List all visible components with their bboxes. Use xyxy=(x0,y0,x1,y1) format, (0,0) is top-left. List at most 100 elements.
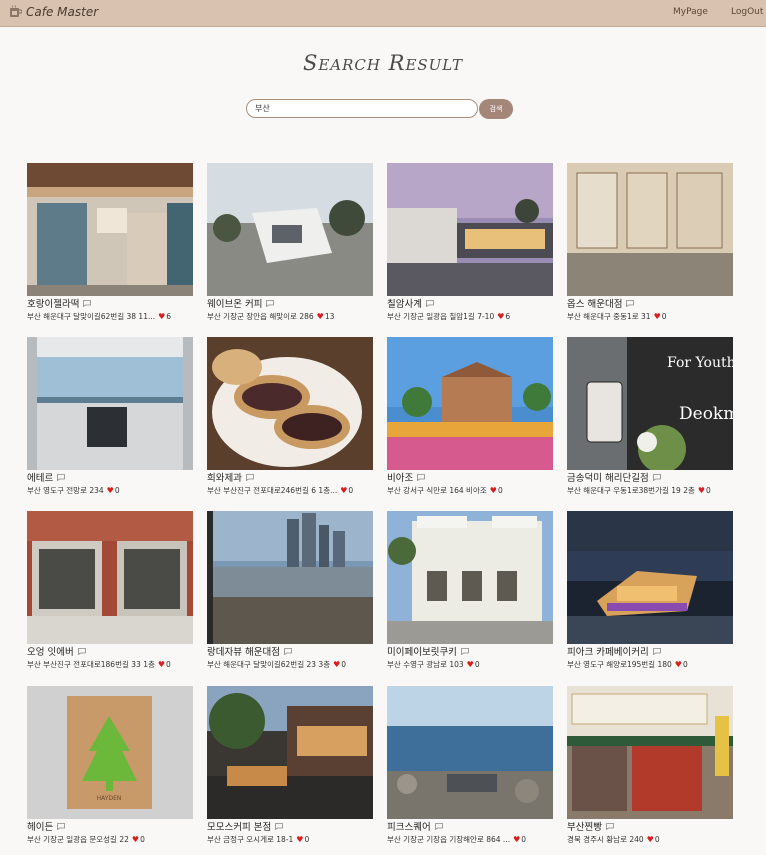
cafe-address: 부산 해운대구 중동1로 31 xyxy=(567,312,651,321)
cafe-address: 부산 기장군 일광읍 칠암1길 7-10 xyxy=(387,312,495,321)
heart-icon: ♥ xyxy=(106,486,114,495)
comment-icon xyxy=(652,647,661,655)
cafe-thumbnail[interactable] xyxy=(207,686,373,819)
top-navigation-bar: Cafe Master MyPage LogOut xyxy=(0,0,766,27)
like-count: 0 xyxy=(661,312,667,321)
cafe-card[interactable]: 부산찐빵 경북 경주시 황남로 240 ♥ 0 xyxy=(567,686,733,846)
cafe-thumbnail[interactable] xyxy=(207,163,373,296)
cafe-thumbnail[interactable] xyxy=(567,686,733,819)
like-count: 6 xyxy=(166,312,172,321)
comment-icon xyxy=(266,299,275,307)
cafe-thumbnail[interactable] xyxy=(27,511,193,644)
cafe-thumbnail[interactable] xyxy=(567,511,733,644)
cafe-address: 부산 강서구 식만로 164 비아조 xyxy=(387,486,487,495)
cafe-card[interactable]: 모모스커피 본점 부산 금정구 오시게로 18-1 ♥ 0 xyxy=(207,686,373,846)
cafe-thumbnail[interactable] xyxy=(387,337,553,470)
cafe-address: 부산 기장군 장안읍 해맞이로 286 xyxy=(207,312,314,321)
heart-icon: ♥ xyxy=(296,835,304,844)
heart-icon: ♥ xyxy=(697,486,706,495)
cafe-name: 피아크 카페베이커리 xyxy=(567,647,649,658)
heart-icon: ♥ xyxy=(646,835,654,844)
cafe-name: 부산찐빵 xyxy=(567,822,602,833)
cafe-card[interactable]: 웨이브온 커피 부산 기장군 장안읍 해맞이로 286 ♥ 13 xyxy=(207,163,373,323)
cafe-card[interactable]: 칠암사계 부산 기장군 일광읍 칠암1길 7-10 ♥ 6 xyxy=(387,163,553,323)
search-input[interactable] xyxy=(246,99,478,118)
like-count: 0 xyxy=(114,486,120,495)
like-count: 0 xyxy=(521,835,527,844)
like-count: 6 xyxy=(505,312,511,321)
cafe-name: 모모스커피 본점 xyxy=(207,822,272,833)
mypage-link[interactable]: MyPage xyxy=(673,7,708,17)
heart-icon: ♥ xyxy=(466,660,474,669)
cafe-card[interactable]: 비아조 부산 강서구 식만로 164 비아조 ♥ 0 xyxy=(387,337,553,497)
cafe-name: 칠암사계 xyxy=(387,299,422,310)
cafe-thumbnail[interactable] xyxy=(27,163,193,296)
cafe-card[interactable]: HAYDEN 헤이든 부산 기장군 일광읍 문오성길 22 ♥ 0 xyxy=(27,686,193,846)
cafe-thumbnail[interactable]: For Youth Deokmi xyxy=(567,337,733,470)
cafe-address: 부산 기장군 일광읍 문오성길 22 xyxy=(27,835,129,844)
cafe-thumbnail[interactable] xyxy=(207,511,373,644)
heart-icon: ♥ xyxy=(497,312,505,321)
cafe-name: 금송덕미 해리단길점 xyxy=(567,473,649,484)
cafe-card[interactable]: 랑데자뷰 해운대점 부산 해운대구 달맞이길62번길 23 3층 ♥ 0 xyxy=(207,511,373,671)
heart-icon: ♥ xyxy=(653,312,661,321)
cafe-card[interactable]: 오엉 잇에버 부산 부산진구 전포대로186번길 33 1층 ♥ 0 xyxy=(27,511,193,671)
cafe-card[interactable]: 옵스 해운대점 부산 해운대구 중동1로 31 ♥ 0 xyxy=(567,163,733,323)
cafe-name: 희와제과 xyxy=(207,473,242,484)
cafe-name: 헤이든 xyxy=(27,822,54,833)
cafe-address: 부산 영도구 전망로 234 xyxy=(27,486,104,495)
comment-icon xyxy=(284,647,292,655)
cafe-address: 부산 해운대구 달맞이길62번길 23 3층 xyxy=(207,660,331,669)
cafe-thumbnail[interactable] xyxy=(207,337,373,470)
svg-text:HAYDEN: HAYDEN xyxy=(97,795,122,802)
cafe-name: 피크스퀘어 xyxy=(387,822,431,833)
like-count: 0 xyxy=(706,486,711,495)
like-count: 13 xyxy=(324,312,335,321)
comment-icon xyxy=(434,822,443,830)
cafe-card[interactable]: 호랑이젤라떡 부산 해운대구 달맞이길62번길 38 11... ♥ 6 xyxy=(27,163,193,323)
cafe-address: 부산 금정구 오시게로 18-1 xyxy=(207,835,294,844)
cafe-thumbnail[interactable]: HAYDEN xyxy=(27,686,193,819)
comment-icon xyxy=(275,822,284,830)
cafe-thumbnail[interactable] xyxy=(387,163,553,296)
cafe-name: 오엉 잇에버 xyxy=(27,647,74,658)
logout-link[interactable]: LogOut xyxy=(731,7,763,17)
like-count: 0 xyxy=(166,660,171,669)
page-title: Search Result xyxy=(302,51,464,75)
heart-icon: ♥ xyxy=(157,660,166,669)
like-count: 0 xyxy=(654,835,660,844)
search-button[interactable]: 검색 xyxy=(479,99,513,119)
cafe-address: 부산 수영구 광남로 103 xyxy=(387,660,464,669)
heart-icon: ♥ xyxy=(674,660,682,669)
cafe-thumbnail[interactable] xyxy=(387,511,553,644)
cafe-card[interactable]: For Youth Deokmi 금송덕미 해리단길점 부산 해운대구 우동1로… xyxy=(567,337,733,497)
cafe-card[interactable]: 희와제과 부산 부산진구 전포대로246번길 6 1층... ♥ 0 xyxy=(207,337,373,497)
heart-icon: ♥ xyxy=(489,486,497,495)
comment-icon xyxy=(426,299,434,307)
like-count: 0 xyxy=(474,660,480,669)
cafe-address: 부산 부산진구 전포대로246번길 6 1층... xyxy=(207,486,338,495)
cafe-address: 부산 해운대구 달맞이길62번길 38 11... xyxy=(27,312,156,321)
cafe-thumbnail[interactable] xyxy=(27,337,193,470)
like-count: 0 xyxy=(341,660,347,669)
like-count: 0 xyxy=(304,835,310,844)
cafe-card[interactable]: 미이페이보릿쿠키 부산 수영구 광남로 103 ♥ 0 xyxy=(387,511,553,671)
heart-icon: ♥ xyxy=(316,312,324,321)
cafe-card[interactable]: 에테르 부산 영도구 전망로 234 ♥ 0 xyxy=(27,337,193,497)
cafe-address: 부산 부산진구 전포대로186번길 33 1층 xyxy=(27,660,155,669)
cafe-thumbnail[interactable] xyxy=(387,686,553,819)
cafe-card[interactable]: 피크스퀘어 부산 기장군 기장읍 기장해안로 864 ... ♥ 0 xyxy=(387,686,553,846)
like-count: 0 xyxy=(497,486,503,495)
comment-icon xyxy=(461,647,469,655)
cafe-card[interactable]: 피아크 카페베이커리 부산 영도구 해양로195번길 180 ♥ 0 xyxy=(567,511,733,671)
like-count: 0 xyxy=(682,660,688,669)
cafe-name: 미이페이보릿쿠키 xyxy=(387,647,457,658)
brand-home-link[interactable]: Cafe Master xyxy=(9,5,98,19)
heart-icon: ♥ xyxy=(513,835,521,844)
cafe-name: 웨이브온 커피 xyxy=(207,299,263,310)
svg-text:For Youth: For Youth xyxy=(667,355,733,371)
heart-icon: ♥ xyxy=(158,312,166,321)
cafe-thumbnail[interactable] xyxy=(567,163,733,296)
comment-icon xyxy=(77,647,86,655)
heart-icon: ♥ xyxy=(131,835,140,844)
